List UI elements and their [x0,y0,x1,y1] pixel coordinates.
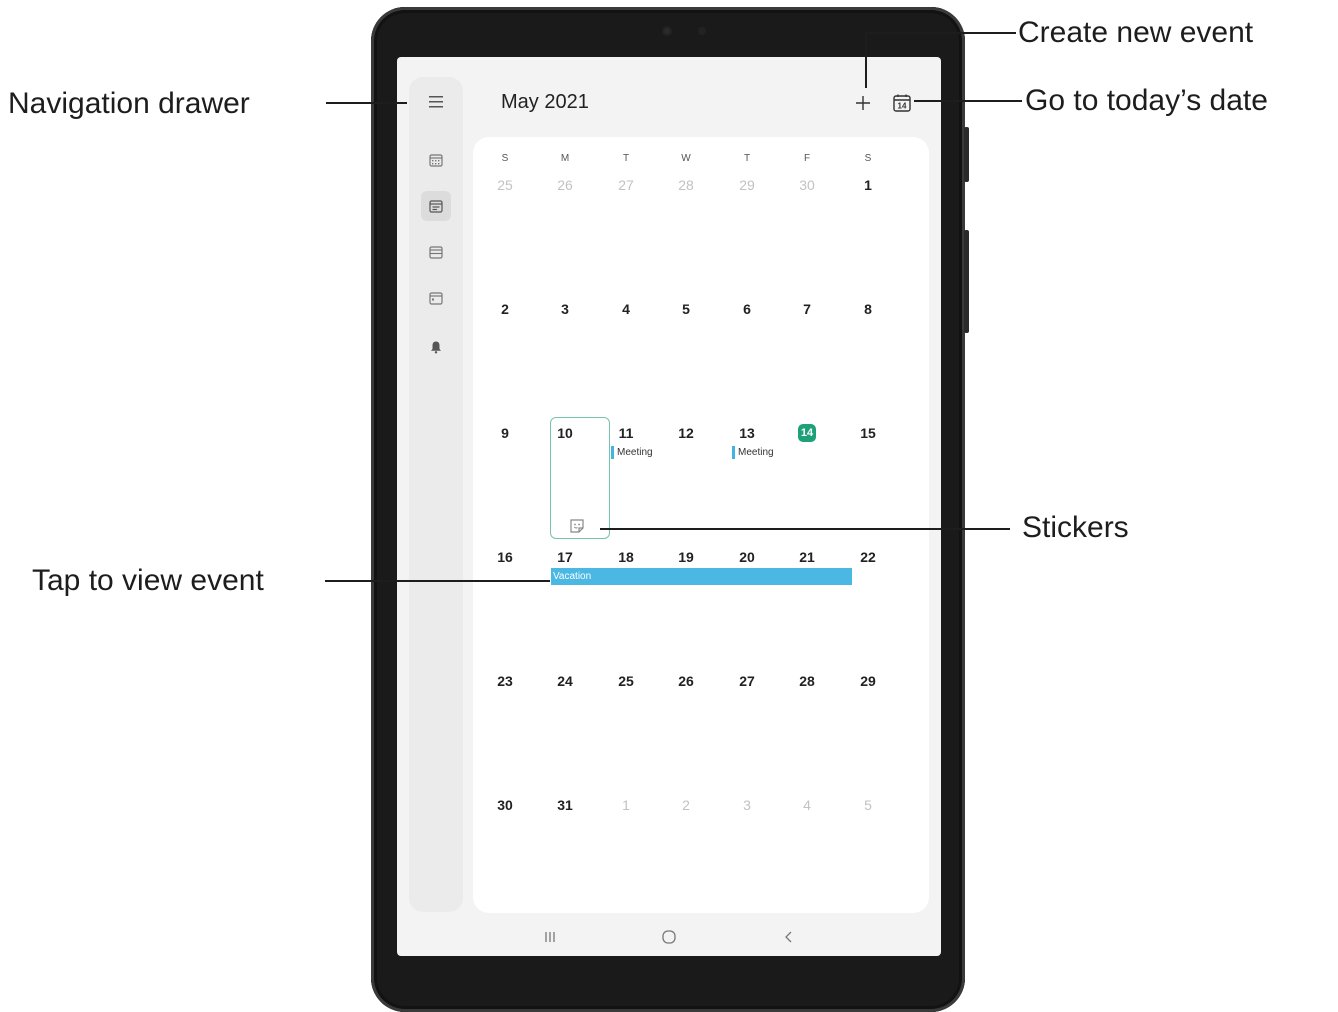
day-cell[interactable]: 29 [732,177,762,193]
week-view-icon [429,246,443,259]
day-cell[interactable]: 23 [490,673,520,689]
weekday-label: T [622,153,630,164]
rail-reminders[interactable] [421,332,451,362]
day-cell[interactable]: 28 [792,673,822,689]
leader-line [600,528,1010,530]
callout-navigation-drawer: Navigation drawer [8,87,250,120]
event-vacation[interactable]: Vacation [551,568,852,585]
day-cell[interactable]: 27 [732,673,762,689]
day-cell[interactable]: 19 [671,549,701,565]
volume-button [964,127,969,182]
day-cell[interactable]: 29 [853,673,883,689]
weekday-label: M [560,153,570,164]
callout-tap-to-view-event: Tap to view event [32,564,264,597]
day-cell[interactable]: 13 [732,425,762,441]
weekday-label: S [864,153,872,164]
day-cell[interactable]: 30 [490,797,520,813]
day-cell[interactable]: 5 [853,797,883,813]
sticker-icon[interactable] [568,517,586,535]
rail-year-view[interactable] [421,145,451,175]
year-view-icon [429,154,443,167]
recent-apps-button[interactable] [538,927,562,947]
month-grid: S M T W T F S 25 26 27 28 29 30 1 2 3 4 5 6 7 8 9 10 11 1… [473,137,929,913]
weekday-label: T [743,153,751,164]
day-cell[interactable]: 16 [490,549,520,565]
day-cell[interactable]: 6 [732,301,762,317]
day-cell[interactable]: 15 [853,425,883,441]
power-button [964,230,969,333]
weekday-label: S [501,153,509,164]
day-cell[interactable]: 7 [792,301,822,317]
day-cell[interactable]: 22 [853,549,883,565]
day-cell[interactable]: 26 [671,673,701,689]
navigation-drawer-button[interactable] [421,87,451,117]
day-cell[interactable]: 12 [671,425,701,441]
day-cell[interactable]: 4 [792,797,822,813]
day-cell[interactable]: 3 [732,797,762,813]
go-to-today-button[interactable]: 14 [888,89,916,117]
day-cell[interactable]: 1 [853,177,883,193]
day-cell[interactable]: 4 [611,301,641,317]
callout-go-to-today: Go to today’s date [1025,84,1268,117]
day-cell[interactable]: 5 [671,301,701,317]
day-cell[interactable]: 17 [550,549,580,565]
rail-day-view[interactable] [421,283,451,313]
today-calendar-icon: 14 [893,94,911,112]
day-cell[interactable]: 30 [792,177,822,193]
event-meeting[interactable]: Meeting [732,446,774,459]
back-button[interactable] [777,927,801,947]
rail-month-view[interactable] [421,191,451,221]
leader-line [325,580,550,582]
today-date-marker[interactable]: 14 [798,424,816,442]
sensor [698,27,706,35]
menu-icon [429,96,443,108]
event-meeting[interactable]: Meeting [611,446,653,459]
day-cell[interactable]: 1 [611,797,641,813]
day-cell[interactable]: 25 [611,673,641,689]
day-cell[interactable]: 27 [611,177,641,193]
day-cell[interactable]: 24 [550,673,580,689]
month-title[interactable]: May 2021 [501,91,589,114]
weekday-label: W [681,153,691,164]
weekday-label: F [803,153,811,164]
day-cell[interactable]: 2 [490,301,520,317]
callout-create-new-event: Create new event [1018,16,1254,49]
month-view-icon [429,200,443,213]
rail-week-view[interactable] [421,237,451,267]
calendar-screen: May 2021 14 S M T W T F S 25 26 27 28 29 30 1 2… [397,57,941,956]
day-cell[interactable]: 2 [671,797,701,813]
leader-line [866,32,1016,34]
day-cell[interactable]: 11 [611,425,641,441]
day-cell[interactable]: 21 [792,549,822,565]
day-cell[interactable]: 28 [671,177,701,193]
leader-line [326,102,407,104]
navigation-rail [409,77,463,912]
notifications-bell-icon [431,341,441,354]
day-cell[interactable]: 9 [490,425,520,441]
day-view-icon [429,292,443,305]
recent-apps-icon [545,932,555,942]
day-cell[interactable]: 8 [853,301,883,317]
leader-line [865,32,867,88]
home-button[interactable] [657,927,681,947]
day-cell[interactable]: 20 [732,549,762,565]
home-icon [662,930,676,944]
system-navigation-bar [397,917,941,956]
day-cell[interactable]: 18 [611,549,641,565]
day-cell[interactable]: 3 [550,301,580,317]
callout-stickers: Stickers [1022,511,1129,544]
create-event-button[interactable] [849,89,877,117]
day-cell[interactable]: 31 [550,797,580,813]
leader-line [914,100,1022,102]
today-icon-number: 14 [898,102,907,111]
day-cell[interactable]: 25 [490,177,520,193]
back-icon [785,931,792,943]
front-camera [662,26,672,36]
day-cell[interactable]: 26 [550,177,580,193]
plus-icon [856,96,870,110]
